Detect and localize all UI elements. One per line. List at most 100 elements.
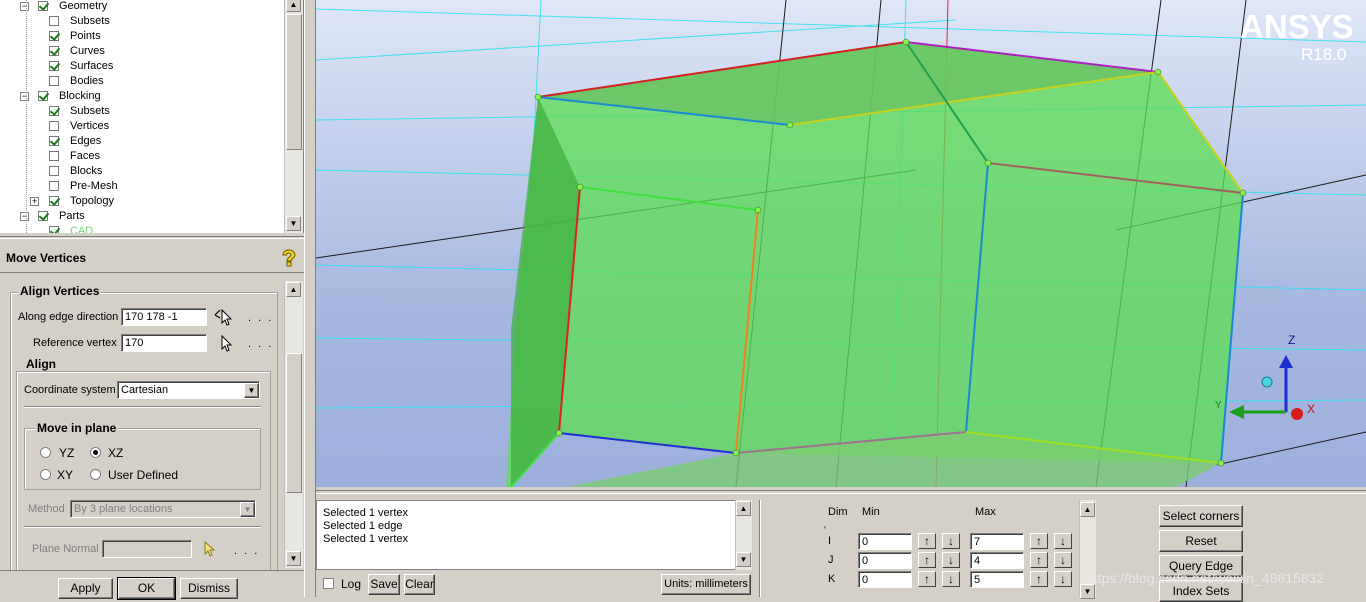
scroll-up-icon[interactable]: ▲ (736, 501, 751, 516)
arrow-down-icon[interactable]: ↓ (1054, 533, 1072, 549)
method-value: By 3 plane locations (74, 503, 173, 515)
select-cursor-icon[interactable] (213, 332, 235, 352)
min-input[interactable]: 0 (858, 552, 912, 569)
collapse-icon[interactable]: − (20, 2, 29, 11)
tree-item[interactable]: Points (0, 29, 284, 44)
tree-checkbox[interactable] (38, 91, 48, 101)
save-button[interactable]: Save (368, 574, 400, 595)
tree-checkbox[interactable] (49, 61, 59, 71)
arrow-down-icon[interactable]: ↓ (942, 571, 960, 587)
collapse-icon[interactable]: − (20, 212, 29, 221)
scroll-thumb[interactable] (286, 353, 302, 493)
dismiss-button[interactable]: Dismiss (180, 578, 238, 599)
arrow-up-icon[interactable]: ↑ (918, 552, 936, 568)
tree-checkbox[interactable] (49, 121, 59, 131)
vertical-splitter[interactable] (304, 0, 316, 597)
tree-checkbox[interactable] (49, 76, 59, 86)
arrow-down-icon[interactable]: ↓ (942, 552, 960, 568)
message-scrollbar[interactable]: ▲ ▼ (735, 500, 752, 570)
arrow-down-icon[interactable]: ↓ (1054, 571, 1072, 587)
apply-button[interactable]: Apply (58, 578, 113, 599)
tree-checkbox[interactable] (49, 181, 59, 191)
radio-user-defined[interactable] (90, 469, 101, 480)
tree-item[interactable]: Blocks (0, 164, 284, 179)
tree-item[interactable]: − Parts (0, 209, 284, 224)
scroll-thumb[interactable] (286, 14, 302, 150)
max-input[interactable]: 7 (970, 533, 1024, 550)
coord-system-select[interactable]: Cartesian (117, 381, 260, 399)
tree-item[interactable]: − Blocking (0, 89, 284, 104)
log-checkbox[interactable] (323, 578, 334, 589)
ref-vertex-more[interactable]: . . . (248, 338, 273, 350)
expand-icon[interactable]: + (30, 197, 39, 206)
max-input[interactable]: 4 (970, 552, 1024, 569)
arrow-up-icon[interactable]: ↑ (1030, 552, 1048, 568)
tree-item[interactable]: Bodies (0, 74, 284, 89)
axis-x-label: X (1307, 402, 1316, 416)
axis-triad-icon (1229, 355, 1303, 420)
scroll-up-icon[interactable]: ▲ (286, 0, 301, 12)
tree-item[interactable]: Pre-Mesh (0, 179, 284, 194)
message-window[interactable]: Selected 1 vertex Selected 1 edge Select… (316, 500, 736, 570)
clear-button[interactable]: Clear (404, 574, 435, 595)
move-in-plane-title: Move in plane (35, 421, 119, 435)
tree-checkbox[interactable] (49, 226, 59, 233)
scroll-down-icon[interactable]: ▼ (736, 552, 751, 567)
select-cursor-icon[interactable] (213, 306, 235, 326)
collapse-icon[interactable]: − (20, 92, 29, 101)
select-corners-button[interactable]: Select corners (1159, 505, 1243, 527)
radio-xz[interactable] (90, 447, 101, 458)
tree-item[interactable]: Subsets (0, 104, 284, 119)
arrow-up-icon[interactable]: ↑ (1030, 533, 1048, 549)
radio-yz-label: YZ (59, 446, 75, 460)
arrow-up-icon[interactable]: ↑ (918, 533, 936, 549)
panel-divider[interactable] (0, 236, 304, 239)
scroll-down-icon[interactable]: ▼ (286, 216, 301, 231)
arrow-down-icon[interactable]: ↓ (942, 533, 960, 549)
tree-checkbox[interactable] (49, 16, 59, 26)
form-scrollbar[interactable]: ▲ ▼ (284, 281, 303, 568)
tree-item[interactable]: Subsets (0, 14, 284, 29)
along-edge-input[interactable]: 170 178 -1 (121, 308, 207, 326)
tree-checkbox[interactable] (49, 136, 59, 146)
tree-item[interactable]: + Topology (0, 194, 284, 209)
graphics-viewport[interactable]: ANSYS R18.0 Z X Y (316, 0, 1366, 487)
max-input[interactable]: 5 (970, 571, 1024, 588)
min-input[interactable]: 0 (858, 533, 912, 550)
model-view[interactable] (316, 0, 1366, 487)
min-input[interactable]: 0 (858, 571, 912, 588)
chevron-down-icon[interactable]: ▼ (244, 383, 259, 398)
ok-button[interactable]: OK (117, 577, 176, 600)
radio-xy[interactable] (40, 469, 51, 480)
tree-item[interactable]: Vertices (0, 119, 284, 134)
tree-item[interactable]: Surfaces (0, 59, 284, 74)
tree-scrollbar[interactable]: ▲ ▼ (284, 0, 303, 233)
arrow-up-icon[interactable]: ↑ (1030, 571, 1048, 587)
horizontal-splitter[interactable] (316, 490, 1366, 494)
tree-item[interactable]: Curves (0, 44, 284, 59)
along-edge-more[interactable]: . . . (248, 312, 273, 324)
tree-item[interactable]: CAD (0, 224, 284, 233)
tree-checkbox[interactable] (49, 196, 59, 206)
tree-item[interactable]: − Geometry (0, 0, 284, 14)
tree-checkbox[interactable] (49, 106, 59, 116)
scroll-down-icon[interactable]: ▼ (286, 551, 301, 566)
tree-item[interactable]: Faces (0, 149, 284, 164)
ref-vertex-input[interactable]: 170 (121, 334, 207, 352)
reset-button[interactable]: Reset (1159, 530, 1243, 552)
tree-checkbox[interactable] (49, 151, 59, 161)
arrow-down-icon[interactable]: ↓ (1054, 552, 1072, 568)
tree-checkbox[interactable] (49, 31, 59, 41)
scroll-up-icon[interactable]: ▲ (1080, 502, 1095, 517)
help-icon[interactable] (281, 249, 297, 267)
tree-checkbox[interactable] (49, 46, 59, 56)
tree-checkbox[interactable] (38, 1, 48, 11)
arrow-up-icon[interactable]: ↑ (918, 571, 936, 587)
scroll-up-icon[interactable]: ▲ (286, 282, 301, 297)
tree-checkbox[interactable] (38, 211, 48, 221)
tree-checkbox[interactable] (49, 166, 59, 176)
units-button[interactable]: Units: millimeters (661, 574, 751, 595)
axis-z-label: Z (1288, 333, 1296, 347)
tree-item[interactable]: Edges (0, 134, 284, 149)
radio-yz[interactable] (40, 447, 51, 458)
